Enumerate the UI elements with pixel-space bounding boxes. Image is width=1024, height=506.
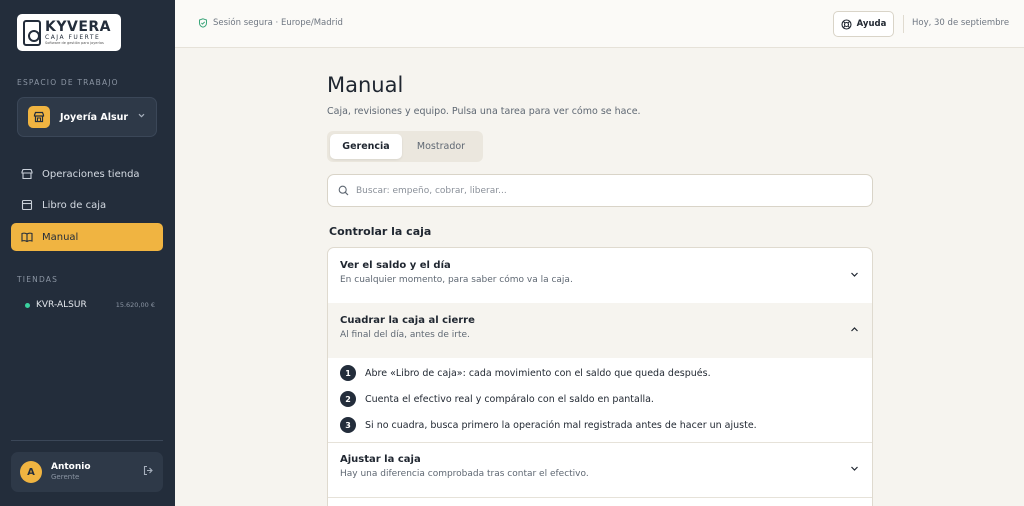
- step-text: Si no cuadra, busca primero la operación…: [365, 419, 757, 431]
- book-icon: [21, 231, 33, 243]
- task-title: Ver el saldo y el día: [340, 260, 451, 271]
- tab-gerencia[interactable]: Gerencia: [330, 134, 402, 159]
- step-item: 1 Abre «Libro de caja»: cada movimiento …: [340, 360, 862, 386]
- avatar: A: [20, 461, 42, 483]
- task-item: Ver el saldo y el día En cualquier momen…: [328, 248, 872, 304]
- nav-item-operaciones[interactable]: Operaciones tienda: [11, 160, 163, 188]
- task-title: Ajustar la caja: [340, 454, 421, 465]
- search-input[interactable]: [356, 185, 836, 196]
- nav-item-label: Manual: [42, 231, 79, 243]
- user-name: Antonio: [51, 462, 91, 473]
- task-title: Cuadrar la caja al cierre: [340, 315, 475, 326]
- step-number: 1: [340, 365, 356, 381]
- store-balance: 15.620,00 €: [115, 301, 155, 309]
- task-header[interactable]: Cuadrar la caja al cierre Al final del d…: [328, 303, 872, 358]
- shop-icon: [28, 106, 50, 128]
- divider: [11, 440, 163, 441]
- nav-item-label: Operaciones tienda: [42, 168, 140, 180]
- nav-item-manual[interactable]: Manual: [11, 223, 163, 251]
- topbar: Sesión segura · Europe/Madrid Ayuda Hoy,…: [175, 0, 1024, 48]
- page-subtitle: Caja, revisiones y equipo. Pulsa una tar…: [327, 106, 641, 117]
- workspace-name: Joyería Alsur: [60, 111, 129, 123]
- workspace-selector[interactable]: Joyería Alsur: [17, 97, 157, 137]
- step-item: 3 Si no cuadra, busca primero la operaci…: [340, 412, 862, 438]
- shield-check-icon: [199, 18, 207, 28]
- task-item: Ajustar la caja Hay una diferencia compr…: [328, 442, 872, 498]
- nav-item-label: Libro de caja: [42, 199, 107, 211]
- chevron-down-icon: [851, 272, 858, 277]
- task-steps: 1 Abre «Libro de caja»: cada movimiento …: [328, 358, 872, 442]
- task-description: En cualquier momento, para saber cómo va…: [340, 275, 573, 285]
- sidebar: KYVERA CAJA FUERTE Software de gestión p…: [0, 0, 175, 506]
- brand-sub: CAJA FUERTE: [45, 33, 101, 41]
- nav-item-libro-de-caja[interactable]: Libro de caja: [11, 191, 163, 219]
- task-description: Hay una diferencia comprobada tras conta…: [340, 469, 589, 479]
- search-icon: [338, 185, 349, 196]
- step-number: 2: [340, 391, 356, 407]
- secure-session: Sesión segura · Europe/Madrid: [198, 18, 343, 28]
- task-accordion: Ver el saldo y el día En cualquier momen…: [327, 247, 873, 506]
- store-icon: [21, 168, 33, 180]
- chevron-down-icon: [851, 466, 858, 471]
- task-header[interactable]: Ajustar la caja Hay una diferencia compr…: [328, 442, 872, 497]
- tab-mostrador[interactable]: Mostrador: [402, 134, 480, 159]
- step-number: 3: [340, 417, 356, 433]
- search-box: [327, 174, 873, 207]
- lifebuoy-icon: [841, 18, 852, 30]
- help-label: Ayuda: [856, 19, 887, 29]
- divider: [903, 15, 904, 33]
- step-item: 2 Cuenta el efectivo real y compáralo co…: [340, 386, 862, 412]
- user-role: Gerente: [51, 473, 80, 482]
- task-description: Al final del día, antes de irte.: [340, 330, 470, 340]
- status-dot: [25, 302, 30, 308]
- secure-text: Sesión segura · Europe/Madrid: [213, 18, 343, 28]
- section-title: Controlar la caja: [329, 225, 432, 238]
- store-item[interactable]: KVR-ALSUR 15.620,00 €: [25, 300, 155, 310]
- page-title: Manual: [327, 73, 404, 97]
- store-name: KVR-ALSUR: [36, 300, 87, 310]
- safe-icon: [23, 19, 41, 46]
- step-text: Abre «Libro de caja»: cada movimiento co…: [365, 367, 711, 379]
- chevron-up-icon: [851, 327, 858, 332]
- task-item-expanded: Cuadrar la caja al cierre Al final del d…: [328, 303, 872, 443]
- help-button[interactable]: Ayuda: [833, 11, 894, 37]
- ledger-icon: [21, 199, 33, 211]
- task-header[interactable]: Ver el saldo y el día En cualquier momen…: [328, 248, 872, 303]
- brand-logo[interactable]: KYVERA CAJA FUERTE Software de gestión p…: [17, 14, 121, 51]
- brand-tagline: Software de gestión para joyerías: [45, 40, 104, 45]
- workspace-label: ESPACIO DE TRABAJO: [17, 78, 119, 87]
- role-tabs: Gerencia Mostrador: [327, 131, 483, 162]
- logout-icon[interactable]: [143, 465, 154, 479]
- current-date: Hoy, 30 de septiembre: [912, 18, 1010, 28]
- brand-name: KYVERA: [45, 18, 111, 35]
- chevron-down-icon: [137, 111, 146, 123]
- step-text: Cuenta el efectivo real y compáralo con …: [365, 393, 654, 405]
- stores-label: TIENDAS: [17, 275, 59, 284]
- user-card: A Antonio Gerente: [11, 452, 163, 492]
